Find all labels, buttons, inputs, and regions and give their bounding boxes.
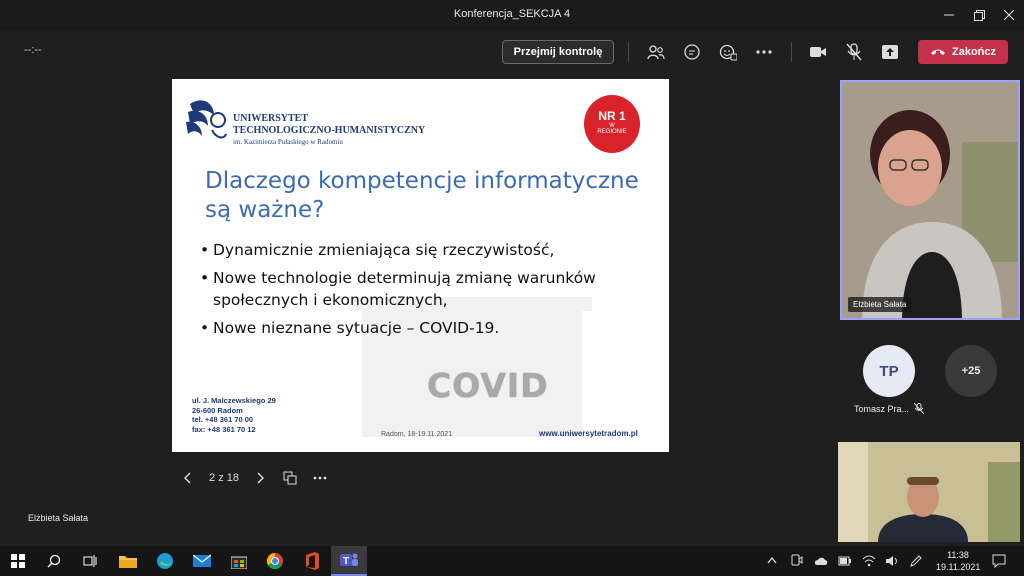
windows-logo-icon — [11, 554, 25, 568]
mic-off-icon[interactable] — [843, 42, 865, 62]
taskbar-teams[interactable]: T — [331, 546, 367, 576]
participant-video-feed — [842, 82, 1018, 318]
grid-view-icon — [283, 471, 297, 485]
reactions-icon[interactable] — [717, 42, 739, 62]
restore-button[interactable] — [962, 0, 996, 30]
participant-name-tp: Tomasz Pra... — [854, 404, 910, 414]
badge-nr: NR 1 — [598, 109, 626, 123]
office-icon — [306, 552, 319, 570]
slide-bullet: Nowe technologie determinują zmianę waru… — [200, 267, 650, 311]
address-line: tel. +48 361 70 00 — [192, 415, 254, 424]
edge-browser-icon — [157, 553, 173, 569]
toolbar-divider — [791, 42, 792, 62]
title-bar: Konferencja_SEKCJA 4 — [0, 0, 1024, 30]
slide-bullet-list: Dynamicznie zmieniająca się rzeczywistoś… — [200, 239, 650, 345]
taskbar-store[interactable] — [221, 546, 257, 576]
clock-time: 11:38 — [947, 550, 969, 560]
taskbar-clock[interactable]: 11:38 19.11.2021 — [936, 549, 980, 573]
university-address: ul. J. Malczewskiego 29 26-600 Radom tel… — [192, 396, 276, 434]
notifications-icon[interactable] — [992, 554, 1006, 568]
folder-icon — [119, 556, 137, 568]
take-control-button[interactable]: Przejmij kontrolę — [502, 40, 614, 64]
mic-off-icon — [914, 403, 924, 414]
search-button[interactable] — [36, 546, 72, 576]
previous-slide-button[interactable] — [178, 468, 196, 488]
chat-icon[interactable] — [681, 42, 703, 62]
university-subtitle: im. Kazimierza Pułaskiego w Radomiu — [233, 138, 343, 146]
store-icon — [231, 556, 247, 569]
chevron-up-icon[interactable] — [767, 556, 777, 564]
university-logo-icon — [186, 100, 227, 139]
window-title: Konferencja_SEKCJA 4 — [453, 8, 571, 20]
address-line: 26-600 Radom — [192, 405, 243, 415]
volume-icon[interactable] — [885, 554, 899, 568]
presentation-slide: UNIWERSYTET TECHNOLOGICZNO-HUMANISTYCZNY… — [172, 79, 669, 452]
participant-video-tile[interactable]: Elżbieta Sałata — [840, 80, 1020, 320]
svg-text:T: T — [343, 556, 349, 567]
next-slide-button[interactable] — [252, 468, 270, 488]
chrome-icon — [266, 552, 283, 570]
address-line: ul. J. Malczewskiego 29 — [192, 396, 276, 405]
slide-title-line1: Dlaczego kompetencje informatyczne — [205, 168, 639, 194]
more-options-icon — [313, 476, 327, 480]
participant-video-feed-2 — [838, 442, 1020, 542]
camera-icon[interactable] — [807, 42, 829, 62]
more-participants-button[interactable]: +25 — [945, 345, 997, 397]
toolbar-divider — [628, 42, 629, 62]
address-line: fax: +48 361 70 12 — [192, 424, 256, 434]
slide-more-options-button[interactable] — [310, 468, 330, 488]
mail-icon — [193, 554, 211, 567]
participant-video-tile-2[interactable] — [838, 442, 1020, 542]
start-button[interactable] — [0, 546, 36, 576]
windows-taskbar: T 11:38 19.11.2021 — [0, 546, 1024, 576]
participant-avatar-tp[interactable]: TP — [863, 345, 915, 397]
slide-title: Dlaczego kompetencje informatyczne są wa… — [205, 167, 645, 225]
phone-hangup-icon — [930, 49, 945, 55]
place-date: Radom, 18-19.11.2021 — [381, 431, 453, 438]
slide-title-line2: są ważne? — [205, 197, 325, 223]
nr1-badge: NR 1 W REGIONIE — [584, 95, 640, 153]
slide-counter: 2 z 18 — [209, 472, 239, 484]
close-window-button[interactable] — [992, 0, 1024, 30]
participants-icon[interactable] — [645, 42, 667, 62]
slide-bullet: Nowe nieznane sytuacje – COVID-19. — [200, 317, 650, 339]
task-view-button[interactable] — [72, 546, 108, 576]
taskbar-office[interactable] — [294, 546, 330, 576]
participant-name-tag: Elżbieta Sałata — [848, 297, 912, 312]
badge-regionie: REGIONIE — [597, 129, 627, 135]
leave-call-button[interactable]: Zakończ — [918, 40, 1008, 64]
covid-logo: COVID — [427, 366, 549, 405]
clock-date: 19.11.2021 — [936, 562, 981, 572]
battery-icon[interactable] — [838, 555, 852, 567]
taskbar-mail[interactable] — [184, 546, 220, 576]
task-view-icon — [83, 555, 97, 567]
onedrive-cloud-icon[interactable] — [814, 556, 828, 566]
meeting-timer: --:-- — [24, 44, 42, 56]
chevron-right-icon — [257, 472, 264, 484]
taskbar-edge[interactable] — [147, 546, 183, 576]
pen-ink-icon[interactable] — [909, 554, 923, 568]
taskbar-chrome[interactable] — [257, 546, 293, 576]
website-text: www.uniwersytetradom.pl — [539, 429, 638, 438]
slide-grid-view-button[interactable] — [281, 468, 299, 488]
search-icon — [47, 554, 61, 568]
minimize-button[interactable] — [932, 0, 966, 30]
presenter-name: Elżbieta Sałata — [28, 513, 89, 523]
wifi-icon[interactable] — [862, 554, 876, 568]
university-name-line2: TECHNOLOGICZNO-HUMANISTYCZNY — [233, 125, 426, 136]
meeting-toolbar: --:-- Przejmij kontrolę Zakończ — [0, 30, 1024, 74]
taskbar-file-explorer[interactable] — [110, 546, 146, 576]
share-screen-icon[interactable] — [879, 42, 901, 62]
meet-now-icon[interactable] — [791, 554, 803, 568]
leave-call-label: Zakończ — [951, 46, 996, 58]
teams-icon: T — [340, 553, 358, 567]
university-name-line1: UNIWERSYTET — [233, 113, 309, 124]
more-options-icon[interactable] — [753, 42, 775, 62]
slide-bullet: Dynamicznie zmieniająca się rzeczywistoś… — [200, 239, 650, 261]
chevron-left-icon — [184, 472, 191, 484]
university-name: UNIWERSYTET TECHNOLOGICZNO-HUMANISTYCZNY — [233, 113, 425, 137]
